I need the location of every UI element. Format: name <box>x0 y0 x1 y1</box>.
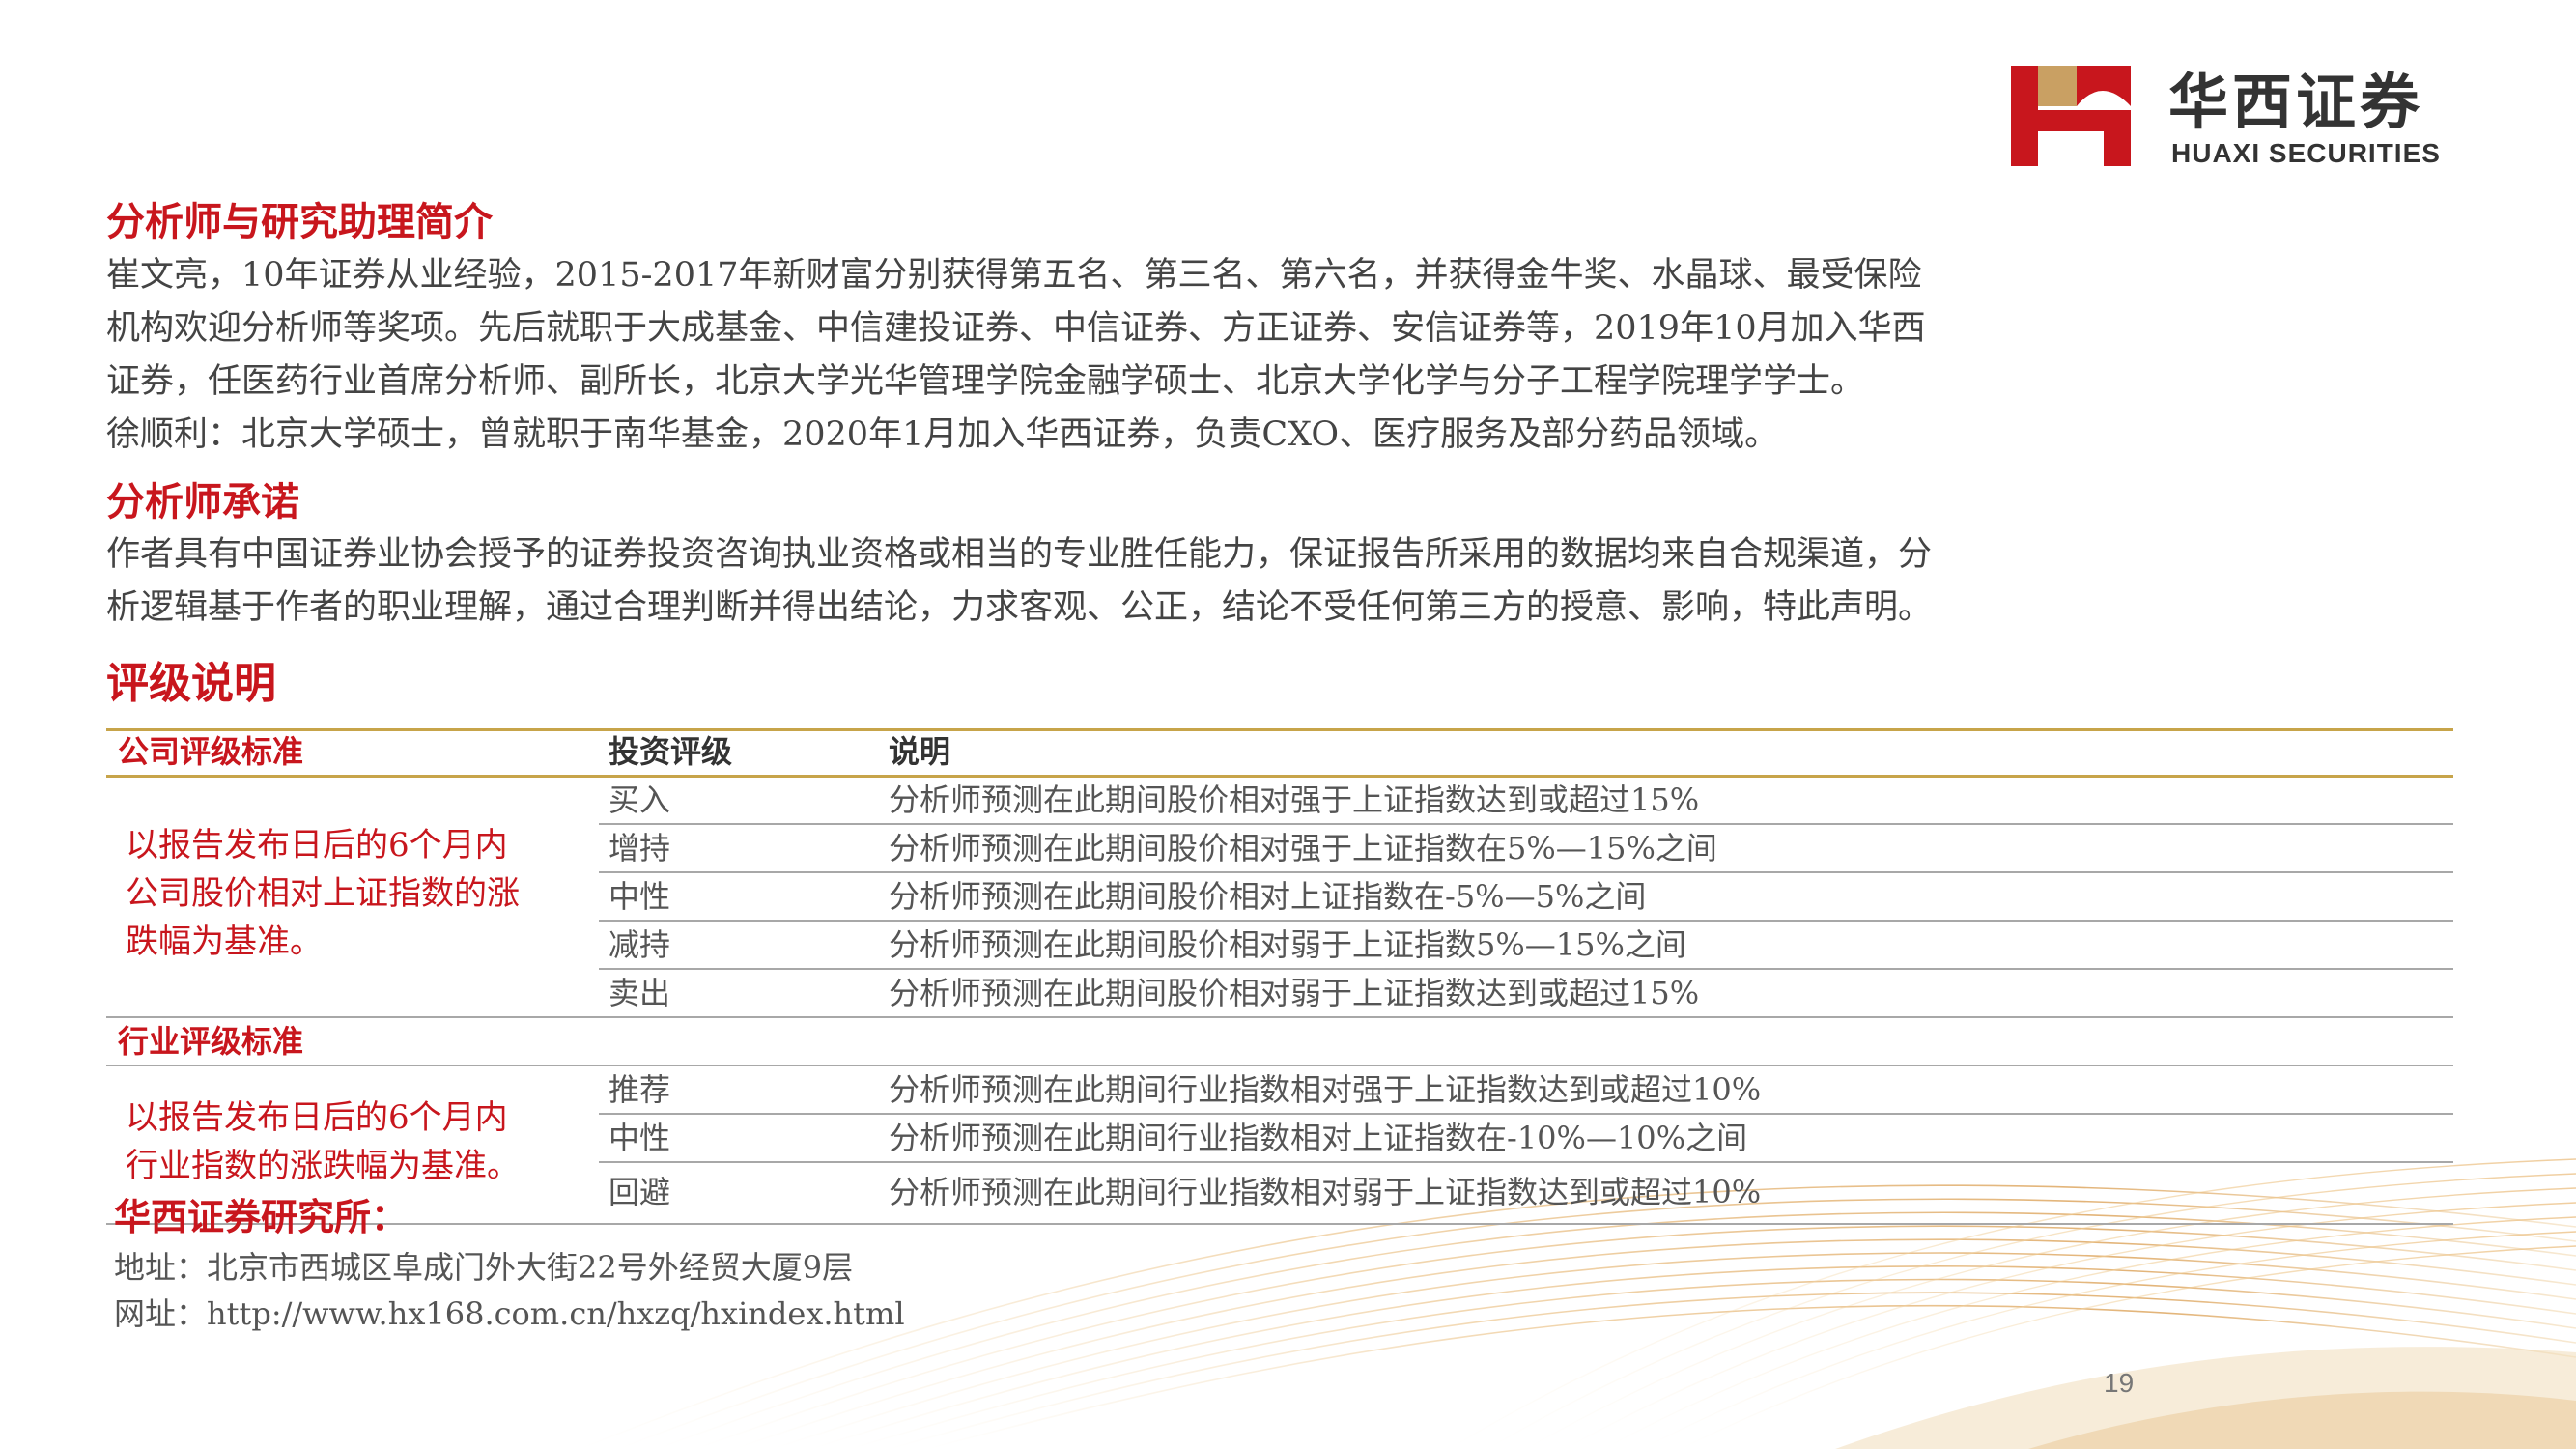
analysts-line: 机构欢迎分析师等奖项。先后就职于大成基金、中信建投证券、中信证券、方正证券、安信… <box>106 309 1926 348</box>
rating-neutral: 中性 <box>609 878 671 915</box>
institute-name: 华西证券研究所： <box>114 1195 409 1238</box>
page-number: 19 <box>2104 1368 2135 1398</box>
company-rating-category: 公司评级标准 <box>118 733 304 770</box>
table-rule <box>599 1161 2453 1163</box>
rating-description: 分析师预测在此期间股价相对强于上证指数达到或超过15% <box>889 781 1700 818</box>
rating-description: 分析师预测在此期间股价相对上证指数在-5%—5%之间 <box>889 878 1647 915</box>
institute-address: 地址：北京市西城区阜成门外大街22号外经贸大厦9层 <box>114 1249 854 1286</box>
analysts-line: 徐顺利：北京大学硕士，曾就职于南华基金，2020年1月加入华西证券，负责CXO、… <box>106 415 1779 454</box>
company-rating-basis: 以报告发布日后的6个月内 公司股价相对上证指数的涨 跌幅为基准。 <box>126 821 520 966</box>
rating-description: 分析师预测在此期间行业指数相对上证指数在-10%—10%之间 <box>889 1120 1748 1156</box>
analysts-line: 崔文亮，10年证券从业经验，2015-2017年新财富分别获得第五名、第三名、第… <box>106 256 1922 295</box>
rating-description: 分析师预测在此期间股价相对强于上证指数在5%—15%之间 <box>889 830 1717 867</box>
table-rule <box>106 1223 2453 1225</box>
rating-description: 分析师预测在此期间行业指数相对弱于上证指数达到或超过10% <box>889 1174 1762 1210</box>
table-rule <box>106 1016 2453 1018</box>
basis-line: 以报告发布日后的6个月内 <box>126 826 508 865</box>
rating-description: 分析师预测在此期间股价相对弱于上证指数5%—15%之间 <box>889 926 1686 963</box>
commitment-line: 析逻辑基于作者的职业理解，通过合理判断并得出结论，力求客观、公正，结论不受任何第… <box>106 588 1933 627</box>
basis-line: 行业指数的涨跌幅为基准。 <box>126 1147 520 1185</box>
logo-chinese-name: 华西证券 <box>2168 67 2424 137</box>
rating-column-header: 投资评级 <box>609 733 733 770</box>
logo-english-name: HUAXI SECURITIES <box>2171 138 2441 168</box>
analysts-line: 证券，任医药行业首席分析师、副所长，北京大学光华管理学院金融学硕士、北京大学化学… <box>106 362 1865 401</box>
rating-underweight: 减持 <box>609 926 671 963</box>
rating-sell: 卖出 <box>609 975 671 1011</box>
rating-recommend: 推荐 <box>609 1071 671 1108</box>
analysts-intro: 崔文亮，10年证券从业经验，2015-2017年新财富分别获得第五名、第三名、第… <box>106 249 2463 462</box>
basis-line: 公司股价相对上证指数的涨 <box>126 874 520 913</box>
table-rule <box>106 728 2453 731</box>
rating-avoid: 回避 <box>609 1174 671 1210</box>
commitment-text: 作者具有中国证券业协会授予的证券投资咨询执业资格或相当的专业胜任能力，保证报告所… <box>106 528 2463 635</box>
rating-description: 分析师预测在此期间行业指数相对强于上证指数达到或超过10% <box>889 1071 1762 1108</box>
ratings-heading: 评级说明 <box>106 659 276 708</box>
analysts-heading: 分析师与研究助理简介 <box>106 199 493 244</box>
rating-buy: 买入 <box>609 781 671 818</box>
rating-overweight: 增持 <box>609 830 671 867</box>
description-column-header: 说明 <box>889 733 951 770</box>
basis-line: 以报告发布日后的6个月内 <box>126 1098 508 1137</box>
industry-rating-basis: 以报告发布日后的6个月内 行业指数的涨跌幅为基准。 <box>126 1094 520 1190</box>
basis-line: 跌幅为基准。 <box>126 923 323 961</box>
rating-description: 分析师预测在此期间股价相对弱于上证指数达到或超过15% <box>889 975 1700 1011</box>
industry-rating-category: 行业评级标准 <box>118 1023 304 1060</box>
institute-website[interactable]: 网址：http://www.hx168.com.cn/hxzq/hxindex.… <box>114 1291 905 1337</box>
rating-table: 公司评级标准 投资评级 说明 以报告发布日后的6个月内 公司股价相对上证指数的涨… <box>106 724 2453 1227</box>
company-logo: 华西证券 HUAXI SECURITIES <box>2009 64 2511 170</box>
commitment-line: 作者具有中国证券业协会授予的证券投资咨询执业资格或相当的专业胜任能力，保证报告所… <box>106 535 1933 574</box>
rating-industry-neutral: 中性 <box>609 1120 671 1156</box>
huaxi-logo-icon <box>2011 66 2131 166</box>
commitment-heading: 分析师承诺 <box>106 479 299 525</box>
